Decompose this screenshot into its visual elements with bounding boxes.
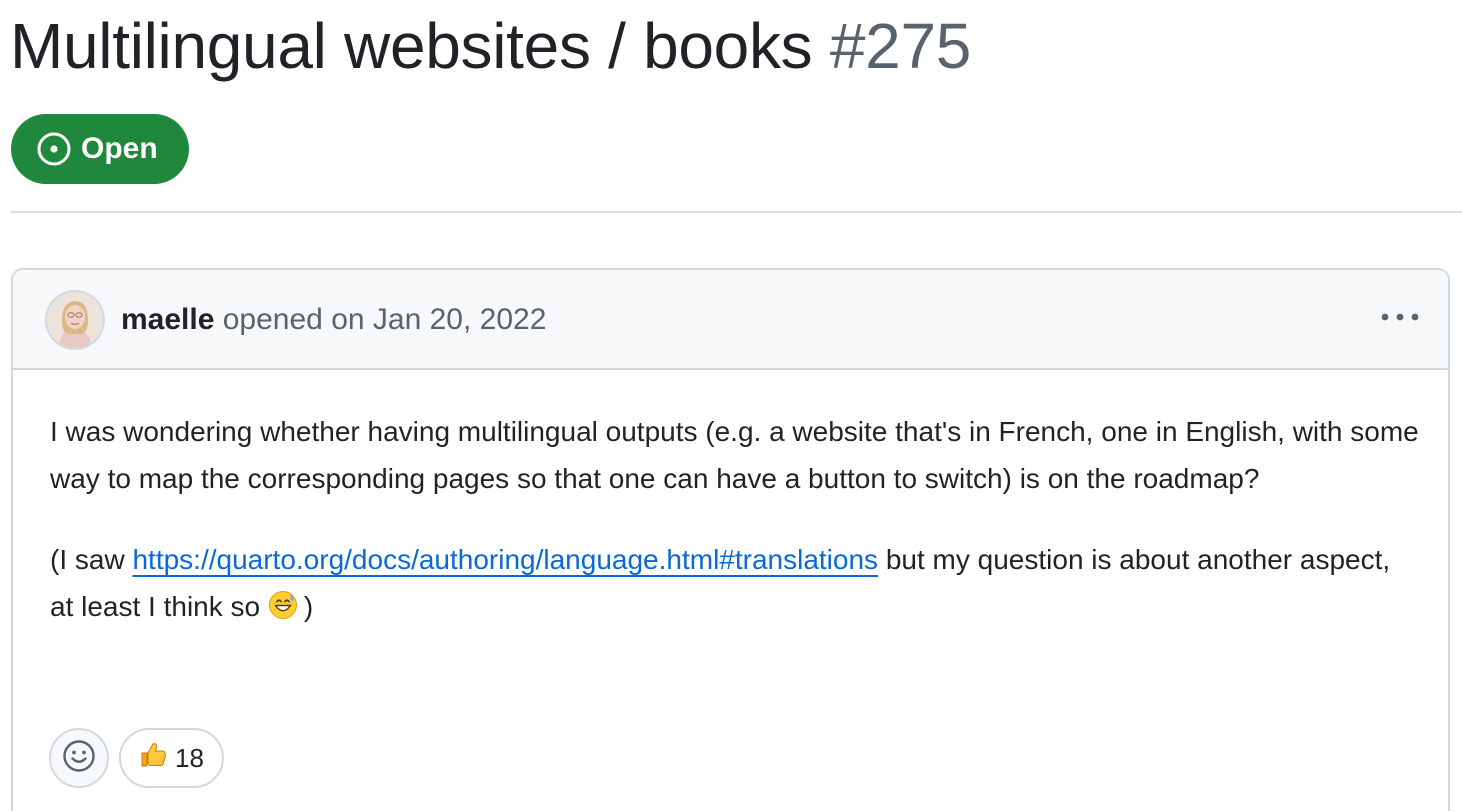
comment-header: maelle opened on Jan 20, 2022 xyxy=(13,270,1448,370)
thumbs-up-icon xyxy=(139,741,167,776)
comment-meta: maelle opened on Jan 20, 2022 xyxy=(121,300,546,340)
avatar[interactable] xyxy=(47,292,103,348)
issue-title-text: Multilingual websites / books xyxy=(10,10,813,82)
reactions-bar: 18 xyxy=(49,728,224,788)
add-reaction-button[interactable] xyxy=(49,728,109,788)
comment-action-timestamp[interactable]: opened on Jan 20, 2022 xyxy=(223,303,547,336)
author-link[interactable]: maelle xyxy=(121,303,214,336)
smiley-icon xyxy=(62,739,96,778)
issue-title: Multilingual websites / books #275 xyxy=(10,0,971,94)
issue-page: Multilingual websites / books #275 Open xyxy=(0,0,1462,811)
issue-opened-icon xyxy=(37,132,71,166)
issue-state-badge: Open xyxy=(11,114,189,184)
reaction-count: 18 xyxy=(175,742,204,773)
issue-state-label: Open xyxy=(81,132,158,165)
paragraph-2-prefix: (I saw xyxy=(50,544,133,575)
kebab-horizontal-icon xyxy=(1380,309,1420,327)
translations-doc-link[interactable]: https://quarto.org/docs/authoring/langua… xyxy=(132,544,878,575)
reaction-thumbs-up-button[interactable]: 18 xyxy=(119,728,224,788)
paragraph-2-close: ) xyxy=(303,591,314,622)
comment-menu-button[interactable] xyxy=(1378,302,1422,334)
comment-paragraph-1: I was wondering whether having multiling… xyxy=(50,416,1419,494)
header-divider xyxy=(10,211,1462,213)
issue-comment: maelle opened on Jan 20, 2022 I was wond… xyxy=(11,268,1450,811)
comment-paragraph-2: (I saw https://quarto.org/docs/authoring… xyxy=(50,536,1420,634)
grinning-face-with-sweat-icon xyxy=(268,587,298,634)
comment-body: I was wondering whether having multiling… xyxy=(50,408,1420,634)
issue-number: #275 xyxy=(829,10,972,82)
